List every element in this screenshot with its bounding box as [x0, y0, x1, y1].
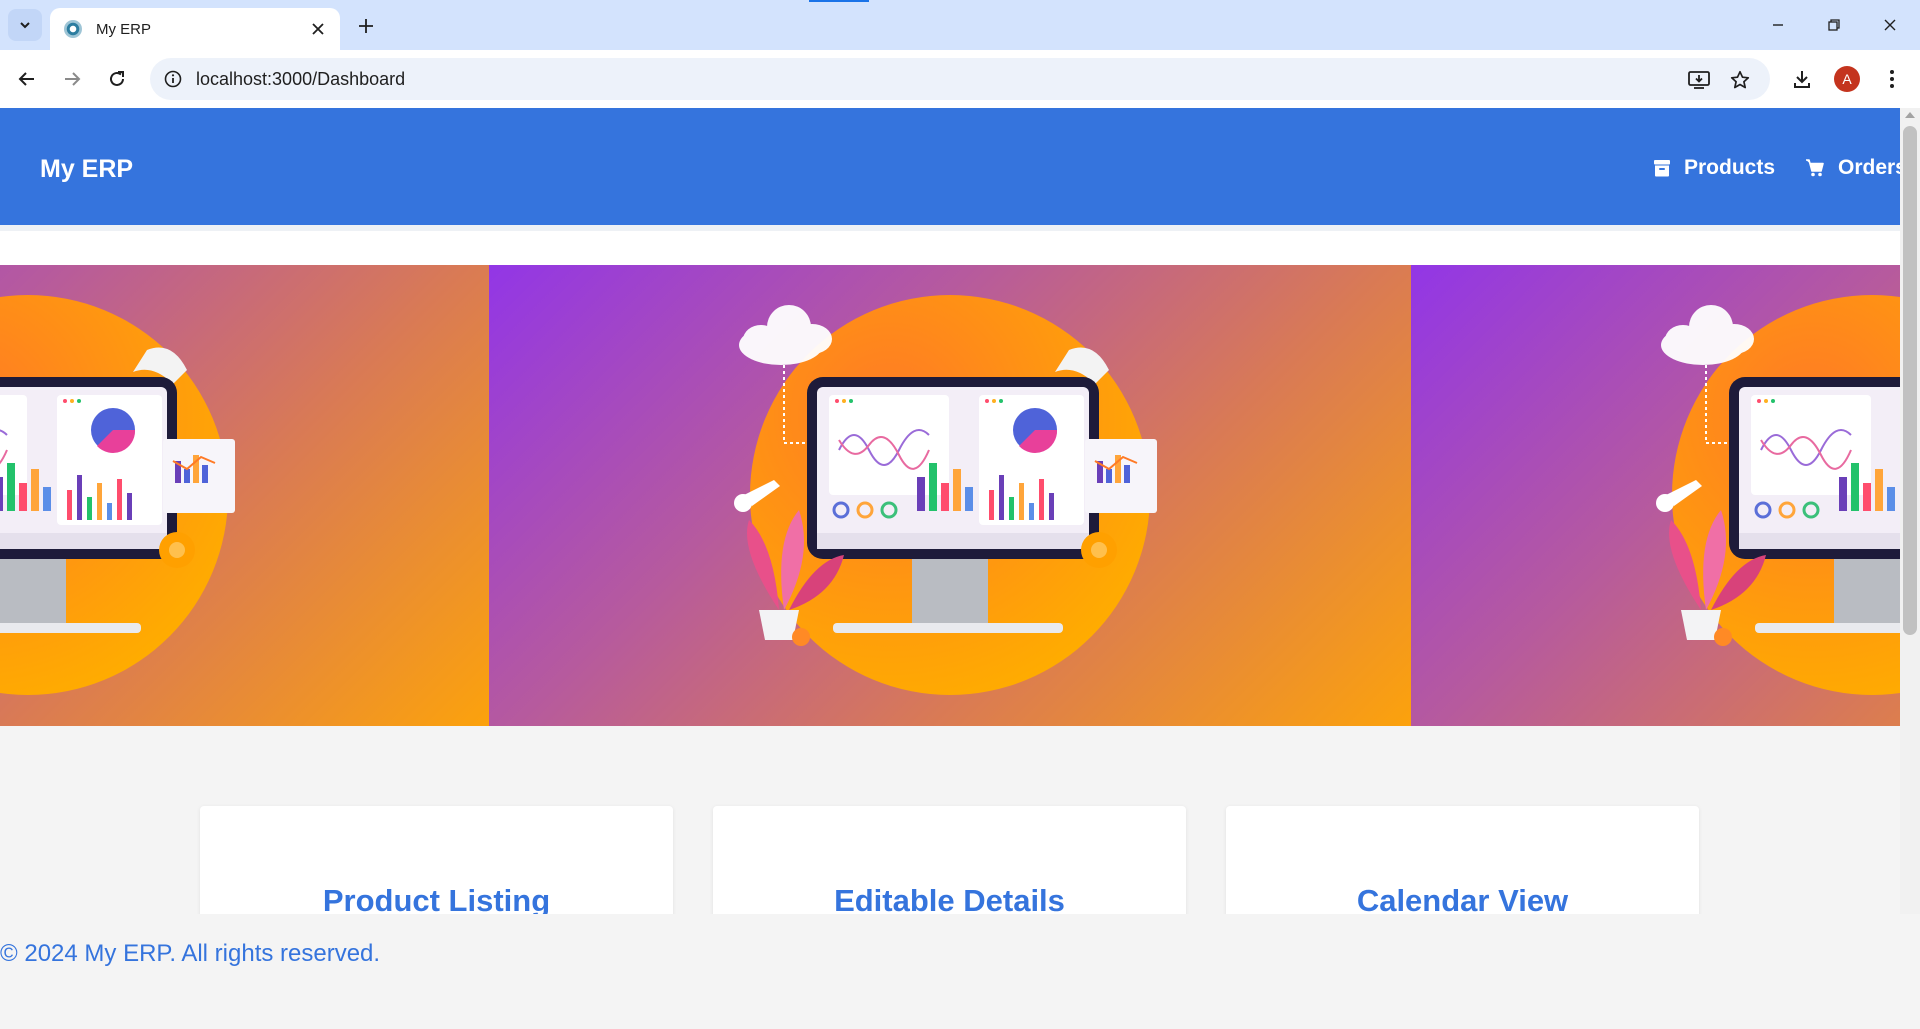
tab-close-button[interactable] [308, 19, 328, 39]
arrow-left-icon [18, 72, 34, 86]
minimize-icon [1773, 24, 1783, 26]
close-icon [1884, 19, 1896, 31]
profile-button[interactable]: A [1831, 63, 1863, 95]
scrollbar-thumb[interactable] [1903, 126, 1917, 635]
download-icon [1794, 71, 1810, 88]
dashboard-illustration-image [1654, 293, 1900, 697]
shopping-cart-icon [1806, 159, 1824, 177]
reload-button[interactable] [101, 63, 133, 95]
page-footer: © 2024 My ERP. All rights reserved. [0, 914, 1900, 1029]
carousel-slide [0, 265, 489, 726]
tab-title: My ERP [96, 20, 152, 38]
avatar: A [1834, 66, 1860, 92]
browser-toolbar: localhost:3000/Dashboard A [0, 50, 1920, 108]
copyright-text: © 2024 My ERP. All rights reserved. [0, 940, 381, 967]
restore-icon [1828, 19, 1840, 31]
dashboard-illustration-image [0, 293, 237, 697]
address-bar[interactable]: localhost:3000/Dashboard [150, 58, 1770, 100]
forward-button[interactable] [56, 63, 88, 95]
reload-icon [110, 71, 124, 86]
site-info-button[interactable] [162, 68, 184, 90]
scroll-up-arrow-icon[interactable] [1905, 112, 1915, 118]
carousel-slide [489, 265, 1411, 726]
chevron-down-icon [20, 22, 30, 29]
install-app-button[interactable] [1686, 67, 1712, 93]
tab-search-button[interactable] [8, 9, 42, 41]
restore-window-button[interactable] [1814, 8, 1854, 42]
brand-logo-text[interactable]: My ERP [40, 155, 133, 184]
bookmark-button[interactable] [1727, 67, 1753, 93]
site-favicon-icon [64, 20, 82, 38]
nav-link-orders[interactable]: Orders [1806, 156, 1907, 180]
arrow-right-icon [65, 72, 81, 86]
carousel-slide [1411, 265, 1900, 726]
new-tab-button[interactable] [352, 12, 380, 40]
more-vertical-icon [1890, 70, 1894, 88]
hero-carousel[interactable] [0, 265, 1900, 726]
info-icon [164, 70, 182, 88]
browser-tab-bar: My ERP [0, 0, 1920, 50]
app-header: My ERP Products Orders [0, 108, 1907, 225]
browser-tab[interactable]: My ERP [50, 8, 340, 50]
browser-menu-button[interactable] [1876, 63, 1908, 95]
minimize-window-button[interactable] [1758, 8, 1798, 42]
page-scrollbar[interactable] [1900, 108, 1920, 914]
archive-box-icon [1654, 159, 1670, 176]
plus-icon [359, 19, 373, 33]
dashboard-illustration-image [732, 293, 1159, 697]
header-spacer [0, 225, 1900, 265]
star-icon [1730, 70, 1750, 89]
nav-link-products[interactable]: Products [1654, 156, 1775, 180]
nav-link-label: Orders [1838, 156, 1907, 179]
nav-link-label: Products [1684, 156, 1776, 179]
install-app-icon [1688, 71, 1710, 89]
close-window-button[interactable] [1870, 8, 1910, 42]
dashboard-page: My ERP Products Orders Product Listing E… [0, 108, 1907, 1029]
loading-indicator [809, 0, 869, 2]
downloads-button[interactable] [1786, 63, 1818, 95]
page-viewport: My ERP Products Orders Product Listing E… [0, 108, 1920, 1029]
url-text[interactable]: localhost:3000/Dashboard [196, 69, 405, 90]
close-icon [312, 23, 324, 35]
back-button[interactable] [11, 63, 43, 95]
